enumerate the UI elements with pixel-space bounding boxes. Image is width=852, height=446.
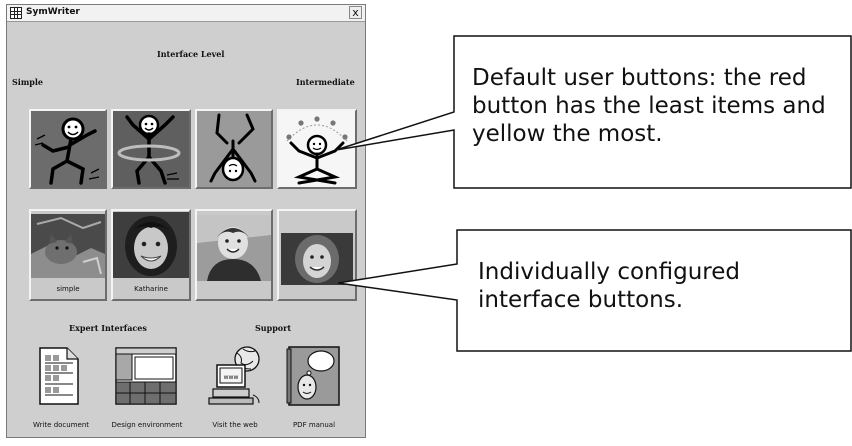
callout-default-users-text: Default user buttons: the red button has… (472, 65, 826, 147)
callout-individual-text: Individually configured interface button… (478, 259, 740, 313)
